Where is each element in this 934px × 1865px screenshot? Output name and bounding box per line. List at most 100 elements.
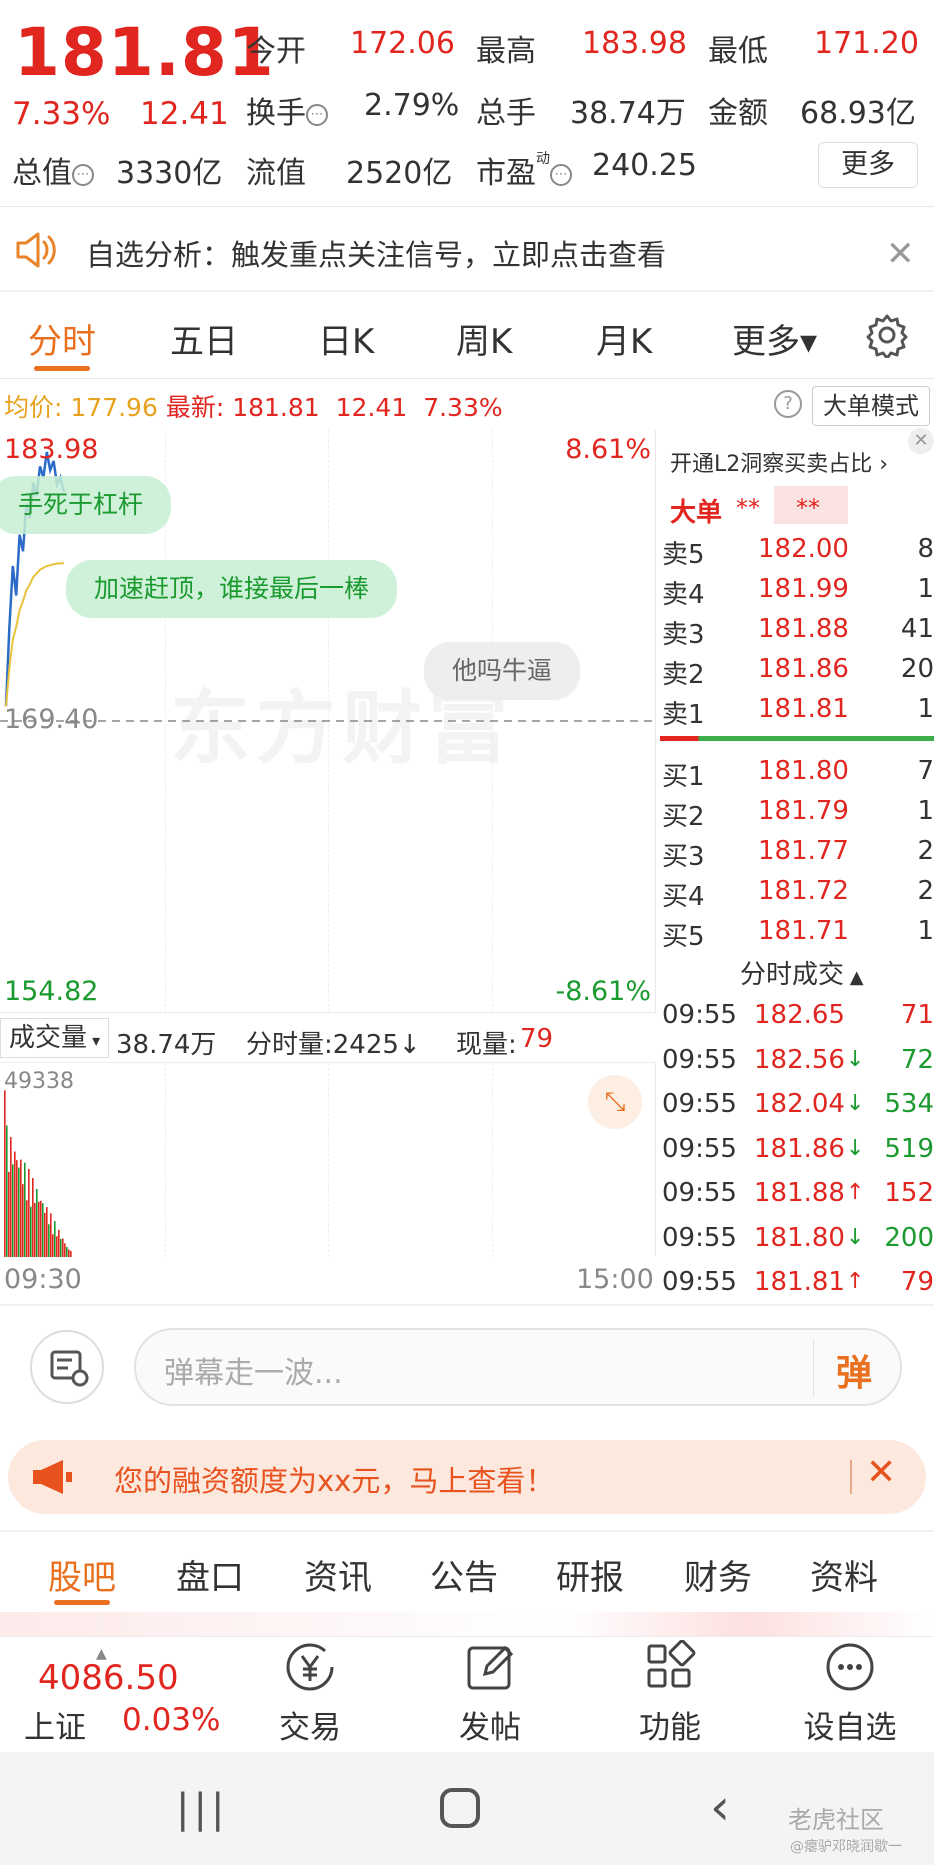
ask-row[interactable]: 卖1 181.81 1: [662, 694, 934, 734]
financing-banner[interactable]: 您的融资额度为xx元，马上查看！ ✕: [8, 1440, 926, 1514]
tab-pankou[interactable]: 盘口: [176, 1550, 244, 1599]
volume-bar: [4, 1090, 6, 1257]
tab-research[interactable]: 研报: [556, 1550, 624, 1599]
stat-turnover-label: 换手 ⋯: [246, 88, 328, 132]
ask-row[interactable]: 卖4 181.99 1: [662, 574, 934, 614]
nav-functions[interactable]: 功能: [600, 1639, 740, 1747]
info-icon[interactable]: ⋯: [550, 163, 572, 186]
volume-bars-svg: [4, 1090, 72, 1257]
trade-price: 181.88: [754, 1178, 845, 1208]
tab-weekly-k[interactable]: 周K: [456, 314, 512, 363]
gear-icon[interactable]: [864, 312, 910, 360]
stat-float-label: 流值: [246, 156, 306, 191]
volume-bar: [46, 1207, 48, 1257]
index-name: 上证: [24, 1710, 86, 1746]
big-order-mode-button[interactable]: 大单模式: [812, 386, 930, 426]
latest-price: 181.81: [232, 393, 320, 422]
notice-text[interactable]: 自选分析：触发重点关注信号，立即点击查看: [86, 232, 666, 274]
tiger-watermark: 老虎社区: [788, 1806, 884, 1834]
trade-time: 09:55: [662, 1267, 737, 1297]
tab-announcements[interactable]: 公告: [430, 1550, 498, 1599]
tab-daily-k[interactable]: 日K: [318, 314, 374, 363]
ask-price: 181.86: [758, 654, 849, 684]
bid-row[interactable]: 买1 181.80 7: [662, 756, 934, 796]
tab-guba[interactable]: 股吧: [48, 1550, 116, 1599]
trade-time: 09:55: [662, 1000, 737, 1030]
volume-selector[interactable]: 成交量 ▾: [0, 1018, 110, 1058]
ask-row[interactable]: 卖2 181.86 20: [662, 654, 934, 694]
nav-post[interactable]: 发帖: [420, 1640, 560, 1747]
volume-bar: [12, 1164, 14, 1257]
tab-profile[interactable]: 资料: [810, 1550, 878, 1599]
tab-news[interactable]: 资讯: [304, 1550, 372, 1599]
tab-finance[interactable]: 财务: [684, 1550, 752, 1599]
current-price: 181.81: [14, 14, 275, 91]
volume-bar: [68, 1249, 70, 1257]
volume-bar: [26, 1200, 28, 1257]
bid-price: 181.79: [758, 796, 849, 826]
info-icon[interactable]: ⋯: [72, 163, 94, 186]
spread-bar: [660, 736, 934, 741]
pe-superscript: 动: [536, 151, 550, 167]
time-start: 09:30: [4, 1264, 82, 1295]
more-button[interactable]: 更多: [818, 142, 918, 188]
stat-open-value: 172.06: [350, 26, 455, 61]
danmaku-input[interactable]: 弹幕走一波... 弹: [134, 1328, 902, 1406]
trade-volume: 200: [884, 1222, 934, 1253]
ask-label: 卖2: [662, 660, 705, 690]
trade-row: 09:55 182.04 ↓ 534: [662, 1089, 934, 1131]
open-l2-link[interactable]: 开通L2洞察买卖占比 ›: [670, 446, 888, 478]
volume-bar: [18, 1167, 20, 1257]
trades-title[interactable]: 分时成交 ▲: [740, 954, 864, 991]
tab-five-day[interactable]: 五日: [170, 314, 238, 363]
axis-low-price: 154.82: [4, 976, 99, 1007]
volume-bar: [24, 1162, 26, 1257]
bid-row[interactable]: 买4 181.72 2: [662, 876, 934, 916]
bottom-tab-indicator: [54, 1600, 110, 1605]
stat-marketcap-label: 总值 ⋯: [12, 148, 94, 192]
danmaku-settings-icon[interactable]: [30, 1330, 104, 1404]
close-icon[interactable]: ✕: [866, 1452, 896, 1493]
big-order-value: **: [736, 494, 760, 522]
ask-row[interactable]: 卖5 182.00 8: [662, 534, 934, 574]
danmaku-send-button[interactable]: 弹: [836, 1344, 872, 1396]
volume-chart[interactable]: 49338 ⤡: [0, 1062, 656, 1257]
bid-label: 买2: [662, 802, 705, 832]
trade-volume: 152: [884, 1178, 934, 1208]
tab-more[interactable]: 更多▾: [732, 314, 817, 363]
danmaku-bubble: 手死于杠杆: [0, 476, 172, 534]
tab-intraday[interactable]: 分时: [28, 314, 96, 363]
expand-icon[interactable]: ⤡: [588, 1075, 642, 1129]
close-icon[interactable]: ✕: [886, 234, 915, 274]
nav-add-watchlist[interactable]: 设自选: [780, 1640, 920, 1747]
content-strip: [0, 1612, 934, 1636]
axis-high-percent: 8.61%: [565, 434, 651, 465]
volume-bar: [32, 1178, 34, 1257]
stat-float-value: 2520亿: [346, 156, 453, 191]
recents-icon[interactable]: |||: [176, 1786, 228, 1832]
ask-label: 卖5: [662, 540, 705, 570]
bid-volume: 1: [917, 796, 934, 826]
price-chart[interactable]: 东方财富 183.98 8.61% 169.40 154.82 -8.61% 手…: [0, 430, 656, 1012]
bid-row[interactable]: 买5 181.71 1: [662, 916, 934, 956]
ask-volume: 1: [917, 694, 934, 724]
stat-high-value: 183.98: [582, 26, 687, 61]
home-icon[interactable]: [440, 1788, 480, 1828]
ask-row[interactable]: 卖3 181.88 41: [662, 614, 934, 654]
index-widget[interactable]: ▲ 4086.50 上证 0.03%: [20, 1646, 230, 1746]
info-icon[interactable]: ⋯: [306, 103, 328, 126]
volume-bar: [56, 1236, 58, 1257]
bid-row[interactable]: 买2 181.79 1: [662, 796, 934, 836]
bid-row[interactable]: 买3 181.77 2: [662, 836, 934, 876]
bid-price: 181.80: [758, 756, 849, 786]
stat-volume-label: 总手: [476, 96, 536, 131]
trade-price: 182.04: [754, 1089, 845, 1119]
volume-bar: [16, 1160, 18, 1257]
volume-bar: [48, 1224, 50, 1257]
help-icon[interactable]: ?: [774, 390, 802, 418]
volume-bar: [6, 1125, 8, 1257]
close-icon[interactable]: ✕: [908, 428, 934, 454]
back-icon[interactable]: ‹: [710, 1778, 730, 1836]
nav-trade[interactable]: 交易: [240, 1640, 380, 1747]
tab-monthly-k[interactable]: 月K: [596, 314, 652, 363]
